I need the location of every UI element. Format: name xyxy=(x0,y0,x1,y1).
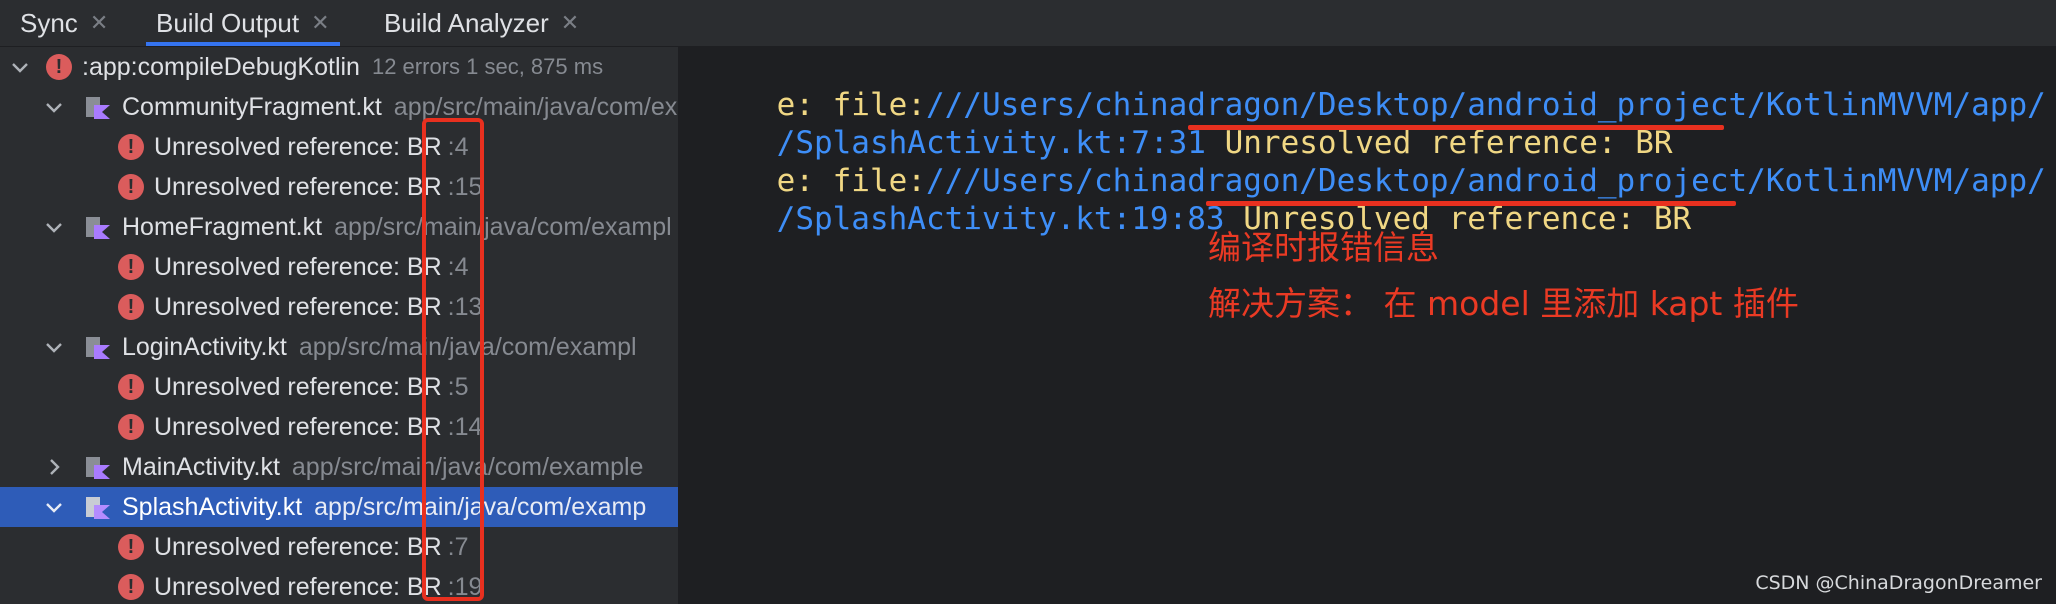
error-text: Unresolved reference: BR xyxy=(154,292,442,321)
tab-label: Build Analyzer xyxy=(384,7,549,38)
task-label: :app:compileDebugKotlin xyxy=(82,52,360,81)
error-text: Unresolved reference: BR xyxy=(154,132,442,161)
watermark: CSDN @ChinaDragonDreamer xyxy=(1755,572,2042,594)
tab-build-analyzer[interactable]: Build Analyzer ✕ xyxy=(374,0,589,46)
kotlin-file-icon xyxy=(84,93,112,121)
tab-label: Build Output xyxy=(156,7,300,38)
tree-error-row[interactable]: ! Unresolved reference: BR :5 xyxy=(0,367,678,407)
tree-file-row-selected[interactable]: SplashActivity.kt app/src/main/java/com/… xyxy=(0,487,678,527)
error-icon: ! xyxy=(118,294,144,320)
kotlin-file-icon xyxy=(84,213,112,241)
error-icon: ! xyxy=(118,414,144,440)
close-icon[interactable]: ✕ xyxy=(90,10,108,36)
kotlin-file-icon xyxy=(84,333,112,361)
tab-sync[interactable]: Sync ✕ xyxy=(10,0,118,46)
chevron-down-icon[interactable] xyxy=(10,57,30,77)
file-name: SplashActivity.kt xyxy=(122,492,303,521)
tool-window-tabbar: Sync ✕ Build Output ✕ Build Analyzer ✕ xyxy=(0,0,2056,47)
tree-error-row[interactable]: ! Unresolved reference: BR :4 xyxy=(0,247,678,287)
error-text: Unresolved reference: BR xyxy=(154,532,442,561)
error-icon: ! xyxy=(46,54,72,80)
error-icon: ! xyxy=(118,254,144,280)
error-text: Unresolved reference: BR xyxy=(154,252,442,281)
error-icon: ! xyxy=(118,574,144,600)
kotlin-file-icon xyxy=(84,493,112,521)
file-link[interactable]: /SplashActivity.kt:19:83 xyxy=(777,201,1225,237)
file-path: app/src/main/java/com/exampl xyxy=(334,212,672,241)
tree-error-row[interactable]: ! Unresolved reference: BR :13 xyxy=(0,287,678,327)
chevron-down-icon[interactable] xyxy=(44,97,64,117)
build-console: e: file:///Users/chinadragon/Desktop/and… xyxy=(680,47,2056,604)
build-tree: ! :app:compileDebugKotlin 12 errors 1 se… xyxy=(0,47,680,604)
file-name: MainActivity.kt xyxy=(122,452,280,481)
close-icon[interactable]: ✕ xyxy=(311,10,329,36)
file-name: LoginActivity.kt xyxy=(122,332,287,361)
annotation-underline xyxy=(1188,125,1724,130)
error-icon: ! xyxy=(118,134,144,160)
file-name: CommunityFragment.kt xyxy=(122,92,382,121)
chevron-down-icon[interactable] xyxy=(44,337,64,357)
tree-error-row[interactable]: ! Unresolved reference: BR :7 xyxy=(0,527,678,567)
console-line: /SplashActivity.kt:19:83 Unresolved refe… xyxy=(702,165,1692,273)
chevron-right-icon[interactable] xyxy=(44,457,64,477)
annotation-note: 解决方案： 在 model 里添加 kapt 插件 xyxy=(1208,284,1799,323)
tree-file-row[interactable]: HomeFragment.kt app/src/main/java/com/ex… xyxy=(0,207,678,247)
tree-root-row[interactable]: ! :app:compileDebugKotlin 12 errors 1 se… xyxy=(0,47,678,87)
chevron-down-icon[interactable] xyxy=(44,497,64,517)
annotation-note: 编译时报错信息 xyxy=(1208,228,1439,267)
tree-file-row[interactable]: MainActivity.kt app/src/main/java/com/ex… xyxy=(0,447,678,487)
task-summary: 12 errors 1 sec, 875 ms xyxy=(371,54,604,79)
chevron-down-icon[interactable] xyxy=(44,217,64,237)
tree-error-row[interactable]: ! Unresolved reference: BR :15 xyxy=(0,167,678,207)
kotlin-file-icon xyxy=(84,453,112,481)
error-icon: ! xyxy=(118,174,144,200)
tree-error-row[interactable]: ! Unresolved reference: BR :14 xyxy=(0,407,678,447)
tree-file-row[interactable]: LoginActivity.kt app/src/main/java/com/e… xyxy=(0,327,678,367)
tree-error-row[interactable]: ! Unresolved reference: BR :4 xyxy=(0,127,678,167)
close-icon[interactable]: ✕ xyxy=(561,10,579,36)
annotation-highlight-box xyxy=(422,118,484,601)
tab-label: Sync xyxy=(20,7,78,38)
error-text: Unresolved reference: BR xyxy=(154,412,442,441)
file-name: HomeFragment.kt xyxy=(122,212,323,241)
annotation-underline xyxy=(1206,201,1736,206)
error-text: Unresolved reference: BR xyxy=(154,372,442,401)
tree-file-row[interactable]: CommunityFragment.kt app/src/main/java/c… xyxy=(0,87,678,127)
tab-build-output[interactable]: Build Output ✕ xyxy=(146,0,340,46)
error-icon: ! xyxy=(118,534,144,560)
error-icon: ! xyxy=(118,374,144,400)
error-text: Unresolved reference: BR xyxy=(154,572,442,601)
error-text: Unresolved reference: BR xyxy=(154,172,442,201)
tree-error-row[interactable]: ! Unresolved reference: BR :19 xyxy=(0,567,678,604)
